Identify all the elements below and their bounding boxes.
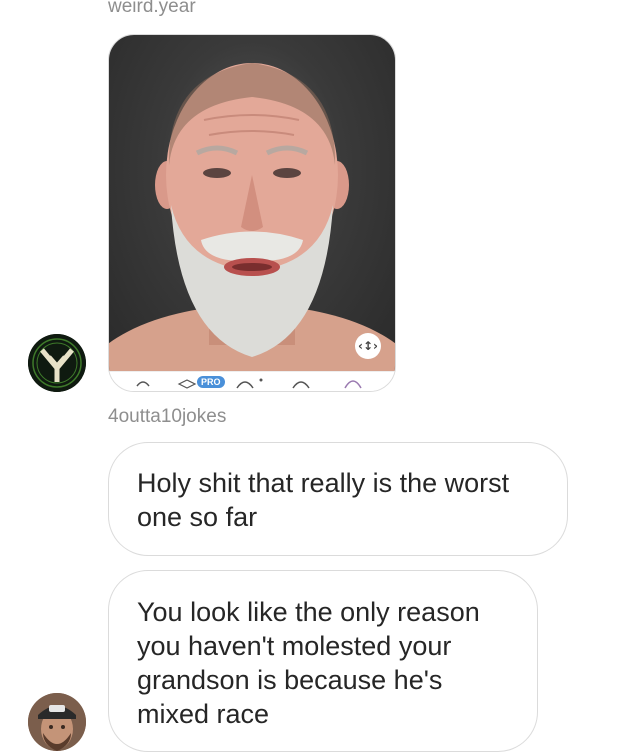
face-filter-icon xyxy=(236,381,254,389)
avatar[interactable] xyxy=(28,693,86,751)
message-bubble[interactable]: Holy shit that really is the worst one s… xyxy=(108,442,568,556)
4outta10jokes-avatar-icon xyxy=(28,693,86,751)
sender-name-4outta10jokes: 4outta10jokes xyxy=(108,406,227,427)
sender-name-weird-year: weird.year xyxy=(108,0,196,17)
mask-icon xyxy=(292,381,310,389)
sparkle-icon xyxy=(177,379,197,389)
expand-icon[interactable]: ‹↕› xyxy=(355,333,381,359)
photo-image[interactable]: ‹↕› xyxy=(109,35,395,371)
message-line: You look like the only reason xyxy=(137,597,480,627)
message-line: one so far xyxy=(137,502,258,532)
message-line: Holy shit that really is the worst xyxy=(137,468,510,498)
message-line: grandson is because he's xyxy=(137,665,443,695)
avatar[interactable] xyxy=(28,334,86,392)
message-line: you haven't molested your xyxy=(137,631,452,661)
hair-filter-icon xyxy=(344,380,362,389)
weird-year-avatar-icon xyxy=(28,334,86,392)
pro-badge: PRO xyxy=(197,376,225,388)
filter-icon xyxy=(136,381,150,387)
message-bubble[interactable]: You look like the only reason you haven'… xyxy=(108,570,538,752)
filter-strip[interactable] xyxy=(109,371,395,391)
photo-message[interactable]: ‹↕› PRO xyxy=(108,34,396,392)
message-line: mixed race xyxy=(137,699,270,729)
